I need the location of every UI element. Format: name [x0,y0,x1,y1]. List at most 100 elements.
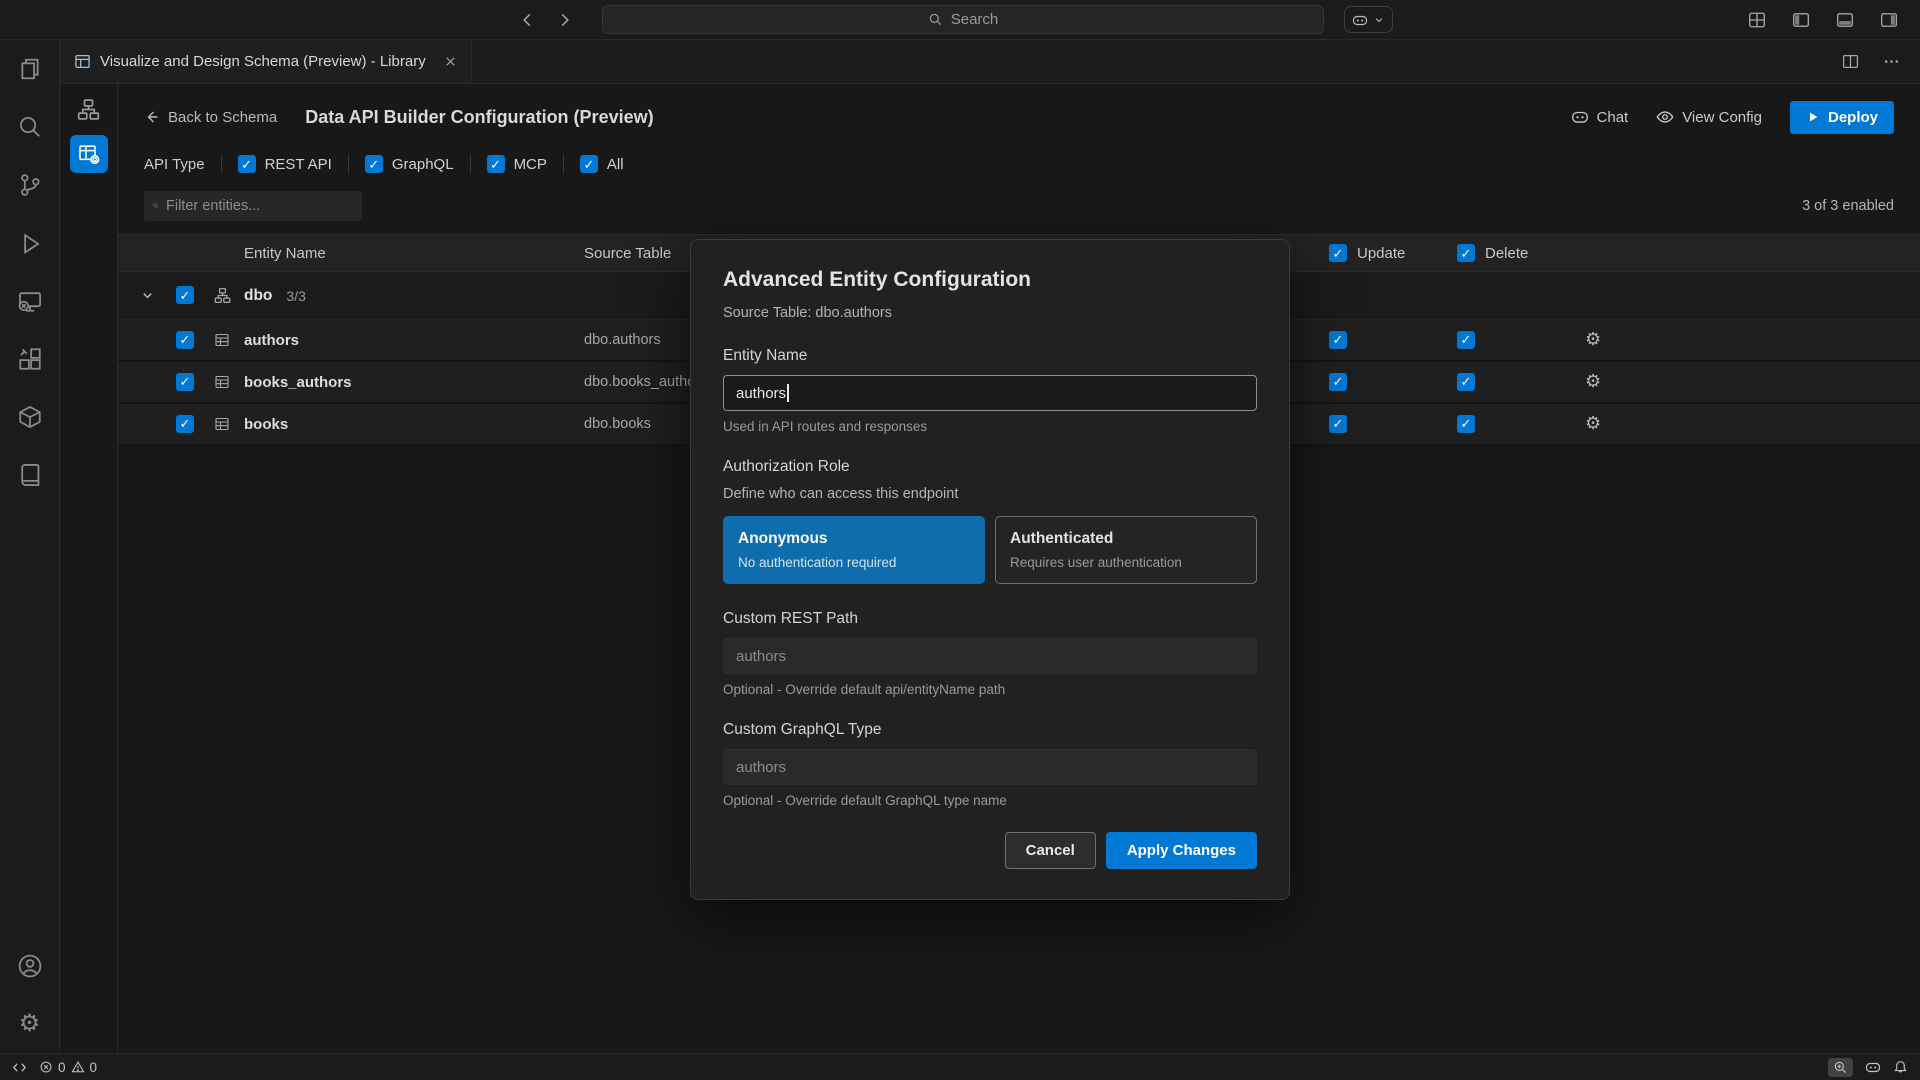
delete-checkbox[interactable] [1457,373,1475,391]
update-checkbox[interactable] [1329,331,1347,349]
dialog-footer: Cancel Apply Changes [723,832,1257,869]
arrow-right-icon [556,11,574,29]
row-select-checkbox[interactable] [176,373,194,391]
view-config-label: View Config [1682,109,1762,126]
schema-book-icon[interactable] [0,446,59,504]
page-header: Back to Schema Data API Builder Configur… [118,84,1920,140]
account-icon[interactable] [0,937,59,995]
rest-api-checkbox[interactable] [238,155,256,173]
database-projects-icon[interactable] [0,388,59,446]
custom-rest-path-input[interactable] [723,638,1257,674]
entity-name-cell: books_authors [244,374,584,391]
row-select-checkbox[interactable] [176,331,194,349]
group-expand-chevron-icon[interactable] [140,288,176,303]
copilot-menu-button[interactable] [1344,6,1393,33]
authorization-role-help: Define who can access this endpoint [723,486,1257,502]
source-control-icon[interactable] [0,156,59,214]
table-icon [214,374,244,390]
auth-anonymous-title: Anonymous [738,530,970,548]
delete-all-checkbox[interactable] [1457,244,1475,262]
explorer-files-icon[interactable] [0,40,59,98]
delete-checkbox[interactable] [1457,415,1475,433]
group-select-checkbox[interactable] [176,286,194,304]
graphql-checkbox-option[interactable]: GraphQL [365,155,454,173]
remote-indicator-icon[interactable] [12,1060,27,1075]
view-config-button[interactable]: View Config [1656,108,1762,126]
customize-layout-icon[interactable] [1744,7,1770,33]
custom-rest-path-label: Custom REST Path [723,610,1257,628]
custom-graphql-type-input[interactable] [723,749,1257,785]
split-editor-icon[interactable] [1838,49,1863,74]
auth-authenticated-option[interactable]: Authenticated Requires user authenticati… [995,516,1257,584]
history-back-button[interactable] [514,7,540,33]
row-settings-gear-icon[interactable]: ⚙ [1585,413,1601,433]
back-to-schema-link[interactable]: Back to Schema [144,109,277,126]
entity-name-cell: authors [244,332,584,349]
update-column-header: Update [1329,244,1457,262]
deploy-play-icon [1806,110,1820,124]
toggle-panel-icon[interactable] [1832,7,1858,33]
chat-button[interactable]: Chat [1571,108,1629,126]
status-bar: 0 0 [0,1053,1920,1080]
update-checkbox[interactable] [1329,415,1347,433]
entity-name-label: Entity Name [723,347,1257,365]
update-checkbox[interactable] [1329,373,1347,391]
auth-anonymous-option[interactable]: Anonymous No authentication required [723,516,985,584]
search-sidebar-icon[interactable] [0,98,59,156]
update-label: Update [1357,245,1405,262]
update-all-checkbox[interactable] [1329,244,1347,262]
filter-search-icon [153,199,159,213]
advanced-entity-configuration-dialog: Advanced Entity Configuration Source Tab… [690,239,1290,900]
divider [470,155,471,173]
settings-gear-icon[interactable]: ⚙ [0,995,59,1053]
remote-machine-icon[interactable] [0,272,59,330]
cancel-button[interactable]: Cancel [1005,832,1096,869]
chat-copilot-icon [1571,108,1589,126]
graphql-label: GraphQL [392,156,454,173]
toggle-primary-sidebar-icon[interactable] [1788,7,1814,33]
tab-close-icon[interactable] [440,51,461,72]
search-placeholder: Search [951,11,999,28]
run-debug-icon[interactable] [0,214,59,272]
authorization-options: Anonymous No authentication required Aut… [723,516,1257,584]
extensions-icon[interactable] [0,330,59,388]
more-actions-icon[interactable] [1879,49,1904,74]
graphql-checkbox[interactable] [365,155,383,173]
auth-anonymous-subtitle: No authentication required [738,555,970,570]
chat-label: Chat [1597,109,1629,126]
delete-checkbox[interactable] [1457,331,1475,349]
zoom-indicator[interactable] [1828,1058,1853,1077]
filter-entities-input[interactable] [166,198,353,214]
editor-actions [1838,40,1920,83]
table-icon [214,332,244,348]
row-settings-gear-icon[interactable]: ⚙ [1585,371,1601,391]
rest-api-checkbox-option[interactable]: REST API [238,155,332,173]
auth-authenticated-subtitle: Requires user authentication [1010,555,1242,570]
toggle-secondary-sidebar-icon[interactable] [1876,7,1902,33]
entity-name-cell: books [244,416,584,433]
all-label: All [607,156,624,173]
entity-name-input[interactable]: authors [723,375,1257,411]
row-settings-gear-icon[interactable]: ⚙ [1585,329,1601,349]
api-type-label: API Type [144,156,205,173]
notifications-bell-icon[interactable] [1893,1060,1908,1075]
page-title: Data API Builder Configuration (Preview) [305,107,653,128]
history-forward-button[interactable] [552,7,578,33]
divider [563,155,564,173]
table-gear-icon [77,142,101,166]
row-select-checkbox[interactable] [176,415,194,433]
mcp-checkbox-option[interactable]: MCP [487,155,547,173]
data-api-builder-view-active[interactable] [70,135,108,173]
all-checkbox[interactable] [580,155,598,173]
mcp-checkbox[interactable] [487,155,505,173]
all-checkbox-option[interactable]: All [580,155,624,173]
copilot-status-icon[interactable] [1865,1059,1881,1075]
tab-visualize-design-schema[interactable]: Visualize and Design Schema (Preview) - … [60,40,472,83]
command-center-search[interactable]: Search [602,5,1324,34]
filter-entities-box[interactable] [144,191,362,221]
schema-hierarchy-icon[interactable] [77,98,100,121]
problems-indicator[interactable]: 0 0 [39,1060,97,1075]
deploy-button[interactable]: Deploy [1790,101,1894,134]
apply-changes-button[interactable]: Apply Changes [1106,832,1257,869]
warnings-icon [71,1060,85,1074]
